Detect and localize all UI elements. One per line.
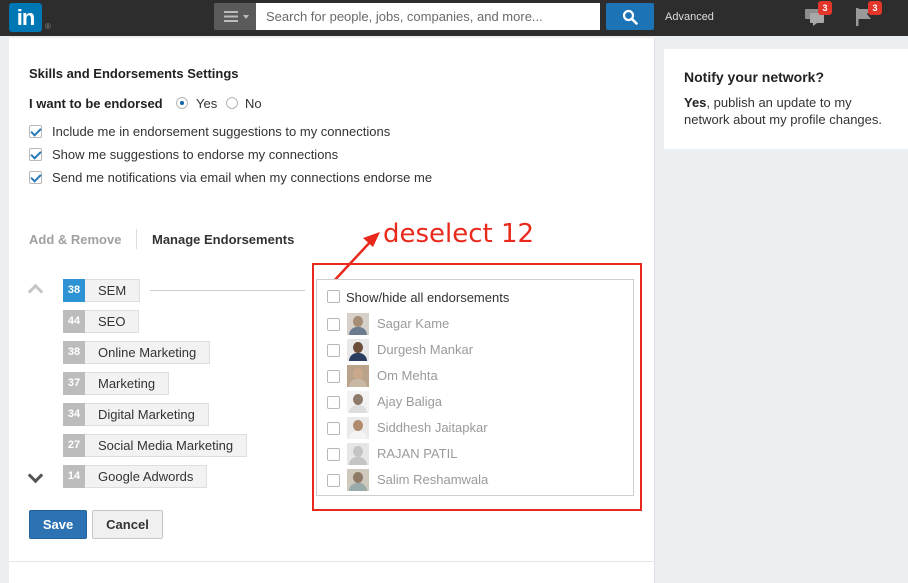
skill-item-online-marketing[interactable]: 38 Online Marketing [63,341,211,364]
endorse-label: I want to be endorsed [29,96,163,111]
endorser-row[interactable]: RAJAN PATIL [317,443,633,465]
search-input[interactable] [256,3,600,30]
endorser-name: Om Mehta [377,368,438,383]
cancel-button[interactable]: Cancel [92,510,163,539]
endorser-row[interactable]: Om Mehta [317,365,633,387]
endorser-row[interactable]: Salim Reshamwala [317,469,633,491]
endorse-no-label: No [245,96,262,111]
endorser-name: RAJAN PATIL [377,446,458,461]
skill-name: Online Marketing [85,341,211,364]
show-suggestions-label: Show me suggestions to endorse my connec… [52,147,339,162]
endorse-row: I want to be endorsed [29,96,163,111]
tab-add-remove[interactable]: Add & Remove [29,232,121,247]
endorser-name: Durgesh Mankar [377,342,474,357]
endorser-checkbox[interactable] [327,318,340,331]
notifications-button[interactable]: 3 [854,1,882,28]
skill-count: 44 [63,310,85,333]
notify-title: Notify your network? [684,69,825,85]
skill-count: 27 [63,434,85,457]
messages-button[interactable]: 3 [804,1,832,28]
skill-name: Google Adwords [85,465,208,488]
skill-count: 38 [63,279,85,302]
endorser-name: Ajay Baliga [377,394,443,409]
panel-divider [9,561,655,562]
skill-item-sem[interactable]: 38 SEM [63,279,141,302]
endorser-row[interactable]: Siddhesh Jaitapkar [317,417,633,439]
skill-count: 38 [63,341,85,364]
notify-yes[interactable]: Yes [684,95,706,110]
skill-item-marketing[interactable]: 37 Marketing [63,372,170,395]
email-notifications-label: Send me notifications via email when my … [52,170,433,185]
show-suggestions-checkbox[interactable] [29,148,42,161]
skill-name: Digital Marketing [85,403,209,426]
annotation-text: deselect 12 [383,219,535,249]
endorser-checkbox[interactable] [327,448,340,461]
endorser-row[interactable]: Durgesh Mankar [317,339,633,361]
skill-item-seo[interactable]: 44 SEO [63,310,140,333]
registered-mark: ® [45,22,51,31]
endorse-yes-label: Yes [196,96,218,111]
skill-name: SEM [85,279,141,302]
skill-name: SEO [85,310,140,333]
suggestions-label: Include me in endorsement suggestions to… [52,124,391,139]
endorse-yes-radio[interactable] [176,97,188,109]
avatar [347,443,369,465]
search-button[interactable] [606,3,654,30]
notify-description: , publish an update to my network about … [684,95,882,127]
avatar [347,313,369,335]
skill-item-google-adwords[interactable]: 14 Google Adwords [63,465,208,488]
skill-count: 37 [63,372,85,395]
show-all-label: Show/hide all endorsements [346,290,510,305]
endorser-name: Sagar Kame [377,316,450,331]
tab-manage-endorsements[interactable]: Manage Endorsements [152,232,294,247]
endorsers-list[interactable]: Show/hide all endorsements Sagar Kame Du… [316,279,634,496]
endorser-checkbox[interactable] [327,474,340,487]
avatar [347,417,369,439]
avatar [347,365,369,387]
endorser-checkbox[interactable] [327,422,340,435]
skill-item-social-media-marketing[interactable]: 27 Social Media Marketing [63,434,248,457]
skill-name: Social Media Marketing [85,434,248,457]
settings-title: Skills and Endorsements Settings [29,66,239,81]
endorser-row[interactable]: Ajay Baliga [317,391,633,413]
skill-item-digital-marketing[interactable]: 34 Digital Marketing [63,403,209,426]
endorser-checkbox[interactable] [327,344,340,357]
search-category-dropdown[interactable] [214,3,256,30]
advanced-search-link[interactable]: Advanced [665,11,714,23]
avatar [347,469,369,491]
top-nav-bar: in ® Advanced 3 3 [0,0,908,36]
skill-name: Marketing [85,372,170,395]
skill-count: 14 [63,465,85,488]
endorser-checkbox[interactable] [327,370,340,383]
notify-network-panel: Notify your network? Yes, publish an upd… [664,49,908,149]
notifications-badge: 3 [868,1,882,15]
endorser-checkbox[interactable] [327,396,340,409]
endorse-no-radio[interactable] [226,97,238,109]
search-icon [622,9,638,25]
avatar [347,339,369,361]
save-button[interactable]: Save [29,510,87,539]
endorser-row[interactable]: Sagar Kame [317,313,633,335]
email-notifications-checkbox[interactable] [29,171,42,184]
caret-down-icon [243,15,249,19]
selected-skill-connector [150,290,305,291]
suggestions-checkbox[interactable] [29,125,42,138]
menu-icon [224,11,238,22]
endorser-name: Siddhesh Jaitapkar [377,420,488,435]
tab-separator [136,229,137,249]
notify-text: Yes, publish an update to my network abo… [684,94,894,128]
messages-badge: 3 [818,1,832,15]
show-all-checkbox[interactable] [327,290,340,303]
linkedin-logo[interactable]: in [9,3,42,32]
endorser-name: Salim Reshamwala [377,472,489,487]
skill-count: 34 [63,403,85,426]
avatar [347,391,369,413]
